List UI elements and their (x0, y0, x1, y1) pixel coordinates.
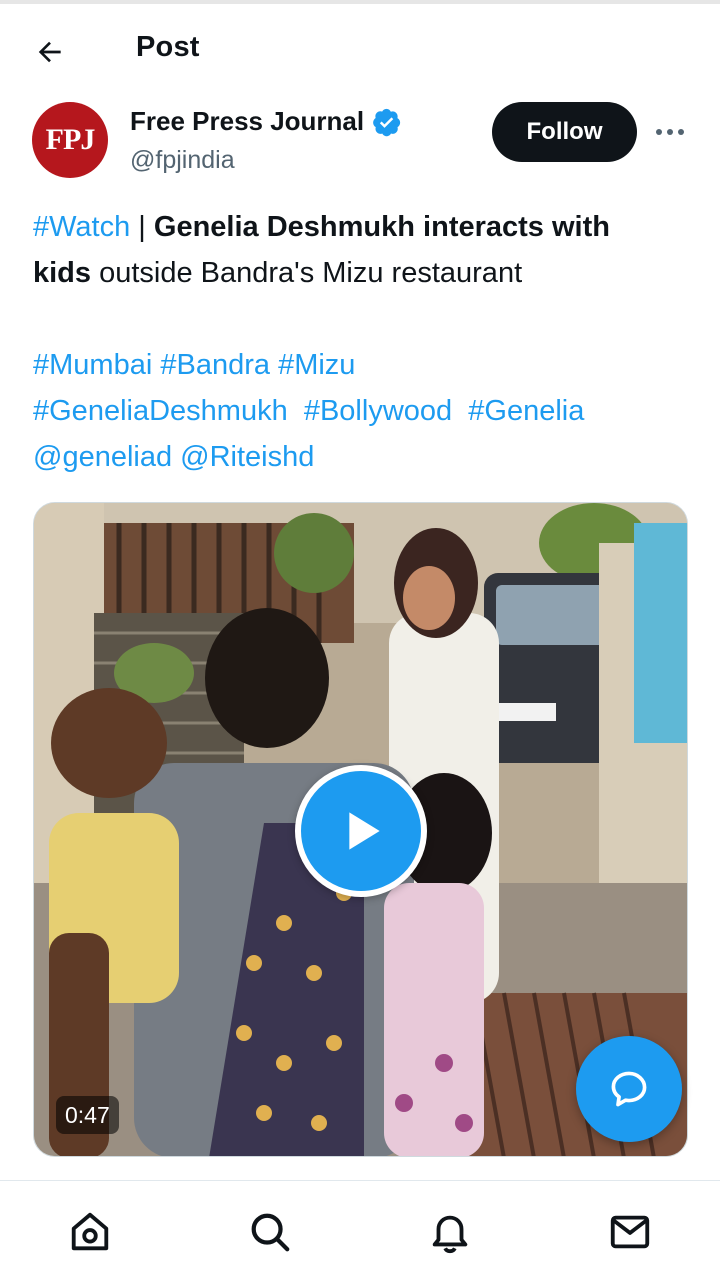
chat-bubble-icon (611, 1071, 647, 1107)
compose-button[interactable] (576, 1036, 682, 1142)
back-button[interactable] (26, 28, 74, 76)
headline-bold-text: Genelia Deshmukh interacts with (153, 211, 610, 243)
page-title: Post (136, 31, 200, 63)
hashtag-link[interactable]: #Mumbai (33, 349, 152, 381)
author-handle[interactable]: @fpjindia (130, 146, 235, 175)
nav-home[interactable] (65, 1207, 115, 1257)
mail-icon (610, 1215, 650, 1249)
tweet-line-1: #Watch | Genelia Deshmukh interacts with (33, 204, 693, 250)
mention-link[interactable]: @Riteishd (180, 441, 314, 473)
author-name[interactable]: Free Press Journal (130, 106, 402, 137)
bottom-nav (0, 1180, 720, 1280)
verified-badge-icon (372, 107, 402, 137)
hashtag-link[interactable]: #Genelia (468, 395, 584, 427)
nav-notifications[interactable] (425, 1207, 475, 1257)
more-dots-icon (656, 129, 684, 135)
mention-link[interactable]: @geneliad (33, 441, 172, 473)
author-name-text: Free Press Journal (130, 106, 365, 136)
arrow-left-icon (38, 41, 61, 63)
hashtag-link[interactable]: #Mizu (278, 349, 355, 381)
nav-messages[interactable] (605, 1207, 655, 1257)
bell-icon (432, 1215, 468, 1254)
hashtag-link[interactable]: #Bandra (160, 349, 270, 381)
tweet-text: #Watch | Genelia Deshmukh interacts with… (33, 204, 693, 480)
nav-search[interactable] (245, 1207, 295, 1257)
tweet-hashtags-line-1: #Mumbai #Bandra #Mizu (33, 342, 693, 388)
hashtag-link[interactable]: #Bollywood (304, 395, 452, 427)
play-icon (349, 812, 380, 850)
follow-button[interactable]: Follow (492, 102, 637, 162)
hashtag-link[interactable]: #Watch (33, 211, 130, 243)
more-button[interactable] (652, 116, 688, 148)
tweet-hashtags-line-2: #GeneliaDeshmukh #Bollywood #Genelia (33, 388, 693, 434)
play-button[interactable] (295, 765, 427, 897)
search-icon (251, 1213, 290, 1252)
headline-bold-text: kids (33, 257, 92, 289)
avatar-logo-text: FPJ (45, 123, 96, 156)
avatar[interactable]: FPJ (32, 102, 108, 178)
hashtag-link[interactable]: #GeneliaDeshmukh (33, 395, 288, 427)
tweet-mentions-line: @geneliad @Riteishd (33, 434, 693, 480)
top-bar: Post (0, 4, 720, 92)
video-duration-badge: 0:47 (56, 1096, 119, 1134)
headline-text: outside Bandra's Mizu restaurant (91, 257, 523, 289)
separator-text: | (130, 211, 154, 243)
tweet-line-2: kids outside Bandra's Mizu restaurant (33, 250, 693, 296)
home-icon (71, 1212, 109, 1251)
